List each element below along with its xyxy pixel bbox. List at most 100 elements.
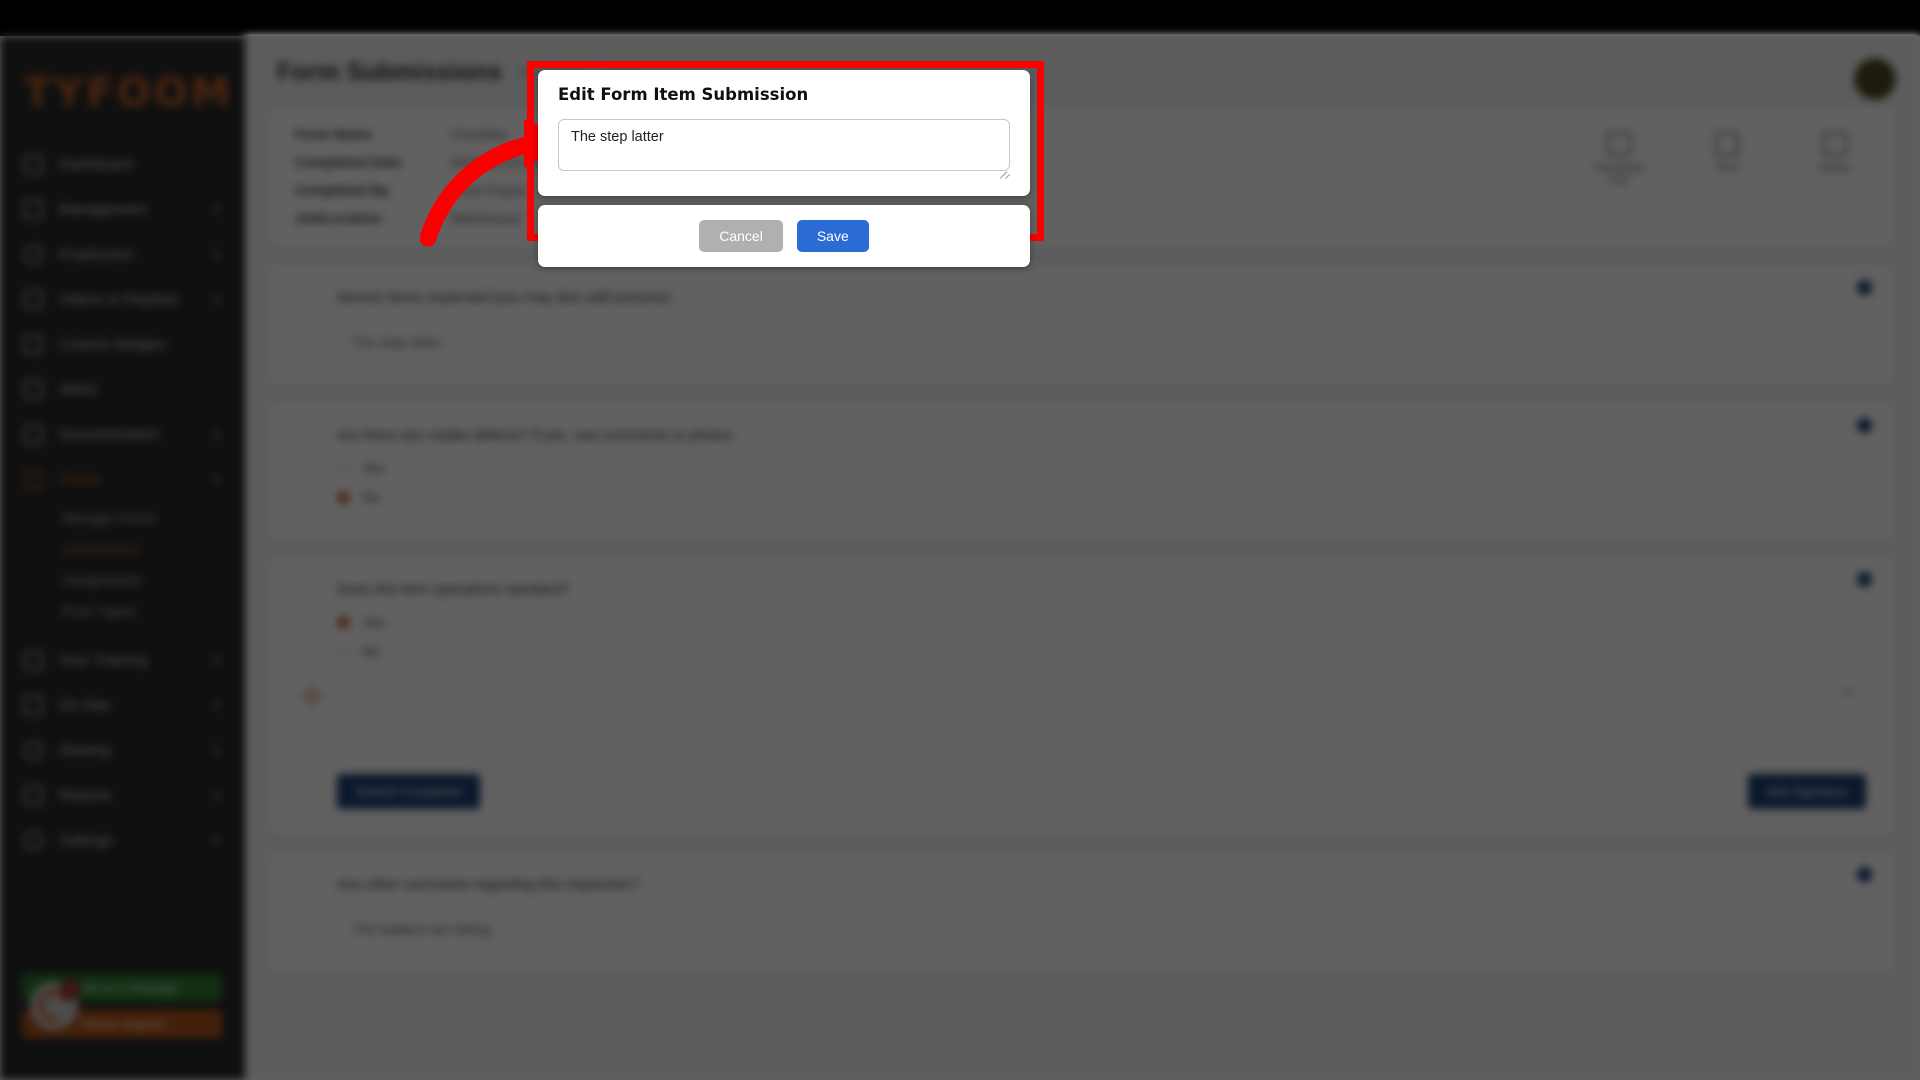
radio-option[interactable]: No: [337, 489, 1866, 505]
chevron-down-icon: [210, 473, 221, 484]
print-button[interactable]: Print: [1696, 132, 1758, 188]
sidebar-item-label: Documentation: [59, 426, 160, 443]
radio-label: No: [362, 489, 380, 505]
question-card: Itemize items inspected (you may also ad…: [269, 264, 1896, 386]
chevron-right-icon: [210, 789, 221, 800]
chat-leave-message-label: Leave us a message: [66, 981, 178, 995]
submission-answer-textarea[interactable]: [558, 119, 1010, 171]
sidebar-subitem-label: Manage Forms: [62, 509, 157, 526]
form-button-row: Submit Completed Add Signature: [269, 774, 1896, 835]
sidebar-subitem-manage-forms[interactable]: Manage Forms: [0, 502, 245, 533]
delete-button[interactable]: Delete: [1804, 132, 1866, 188]
question-answer[interactable]: The ladders are failing: [337, 909, 1866, 951]
sidebar: TYFOOM Dashboard Management Employees Vi…: [0, 36, 245, 1080]
brand-logo[interactable]: TYFOOM: [24, 70, 245, 116]
modal-body: Edit Form Item Submission: [538, 70, 1030, 196]
question-answer[interactable]: The step latter: [337, 322, 1866, 364]
sidebar-subitem-label: Submissions: [62, 540, 142, 557]
submit-completed-button[interactable]: Submit Completed: [337, 774, 480, 809]
sidebar-subitem-submissions[interactable]: Submissions: [0, 533, 245, 564]
sidebar-item-employees[interactable]: Employees: [0, 232, 245, 277]
sidebar-item-label: Sharing: [59, 742, 111, 759]
sidebar-item-documentation[interactable]: Documentation: [0, 412, 245, 457]
sidebar-item-label: Forms: [59, 471, 102, 488]
sidebar-item-settings[interactable]: Settings: [0, 818, 245, 863]
radio-option[interactable]: Yes: [337, 460, 1866, 476]
action-label: Delete: [1819, 162, 1851, 174]
chat-support-label: Tyfoom Support: [79, 1017, 165, 1031]
sidebar-subitem-assignments[interactable]: Assignments: [0, 564, 245, 595]
modal-card: Edit Form Item Submission: [538, 70, 1030, 196]
edit-form-item-modal: Edit Form Item Submission Cancel Save: [538, 70, 1030, 267]
briefcase-icon: [24, 200, 43, 219]
question-card: Does this item operations standard? Yes …: [269, 556, 1896, 835]
sidebar-item-label: On-Site: [59, 697, 110, 714]
modal-footer: Cancel Save: [538, 205, 1030, 267]
radio-icon: [337, 644, 350, 658]
sidebar-item-label: Alerts: [59, 381, 98, 398]
sidebar-item-videos-playlists[interactable]: Videos & Playlists: [0, 277, 245, 322]
application-root: TYFOOM Dashboard Management Employees Vi…: [0, 0, 1920, 1080]
bell-icon: [24, 380, 43, 399]
radio-icon-selected: [337, 490, 350, 504]
question-card: Any other comments regarding this inspec…: [269, 851, 1896, 973]
question-card: Are there any visible defects? If yes, u…: [269, 402, 1896, 540]
print-icon: [1715, 132, 1739, 156]
signature-box[interactable]: ✕: [337, 684, 1866, 756]
chat-badge-count: 4: [61, 979, 81, 999]
chevron-right-icon: [210, 699, 221, 710]
question-block: Itemize items inspected (you may also ad…: [269, 264, 1896, 386]
support-chat-widget[interactable]: Leave us a message Tyfoom Support 4: [22, 974, 222, 1046]
sidebar-subitem-label: Form Types: [62, 602, 136, 619]
download-pdf-button[interactable]: Download PDF: [1588, 132, 1650, 188]
avatar[interactable]: [1854, 58, 1896, 100]
radio-option[interactable]: No: [337, 643, 1866, 659]
sidebar-item-label: Management: [59, 201, 147, 218]
sidebar-item-label: Settings: [59, 832, 114, 849]
page-header: Form Submissions Dashboard / Forms: [245, 36, 1920, 108]
radio-option[interactable]: Yes: [337, 614, 1866, 630]
chevron-right-icon: [210, 203, 221, 214]
delete-icon: [1823, 132, 1847, 156]
add-signature-button[interactable]: Add Signature: [1747, 774, 1866, 809]
sidebar-item-label: Employees: [59, 246, 134, 263]
radio-icon-selected: [337, 615, 350, 629]
clear-signature-icon[interactable]: ✕: [1842, 683, 1855, 701]
video-icon: [24, 290, 43, 309]
cancel-button[interactable]: Cancel: [699, 220, 783, 252]
sidebar-subitem-form-types[interactable]: Form Types: [0, 595, 245, 626]
user-icon: [24, 245, 43, 264]
sidebar-item-your-training[interactable]: Your Training: [0, 638, 245, 683]
question-block: Are there any visible defects? If yes, u…: [269, 402, 1896, 540]
onsite-icon: [24, 696, 43, 715]
modal-title: Edit Form Item Submission: [558, 85, 809, 104]
dashboard-icon: [24, 155, 43, 174]
question-text: Any other comments regarding this inspec…: [337, 877, 640, 893]
radio-icon: [337, 461, 350, 475]
sidebar-item-label: Videos & Playlists: [59, 291, 178, 308]
browser-chrome-top: [0, 0, 1920, 36]
sidebar-item-reports[interactable]: Reports: [0, 773, 245, 818]
share-icon: [24, 741, 43, 760]
sidebar-item-alerts[interactable]: Alerts: [0, 367, 245, 412]
sidebar-item-forms[interactable]: Forms: [0, 457, 245, 502]
chevron-right-icon: [210, 293, 221, 304]
chevron-right-icon: [210, 834, 221, 845]
question-block: Does this item operations standard? Yes …: [269, 556, 1896, 694]
spiral-logo-icon[interactable]: 4: [30, 979, 81, 1030]
gear-icon: [24, 831, 43, 850]
sidebar-item-management[interactable]: Management: [0, 187, 245, 232]
badge-icon: [24, 335, 43, 354]
chevron-right-icon: [210, 428, 221, 439]
radio-label: No: [362, 643, 380, 659]
form-icon: [24, 470, 43, 489]
sidebar-item-sharing[interactable]: Sharing: [0, 728, 245, 773]
page-title: Form Submissions: [277, 57, 503, 86]
sidebar-item-dashboard[interactable]: Dashboard: [0, 142, 245, 187]
save-button[interactable]: Save: [796, 220, 869, 252]
sidebar-item-custom-badges[interactable]: Custom Badges: [0, 322, 245, 367]
question-text: Are there any visible defects? If yes, u…: [337, 428, 733, 444]
download-pdf-icon: [1607, 132, 1631, 156]
sidebar-item-on-site[interactable]: On-Site: [0, 683, 245, 728]
action-label: Print: [1715, 162, 1739, 174]
